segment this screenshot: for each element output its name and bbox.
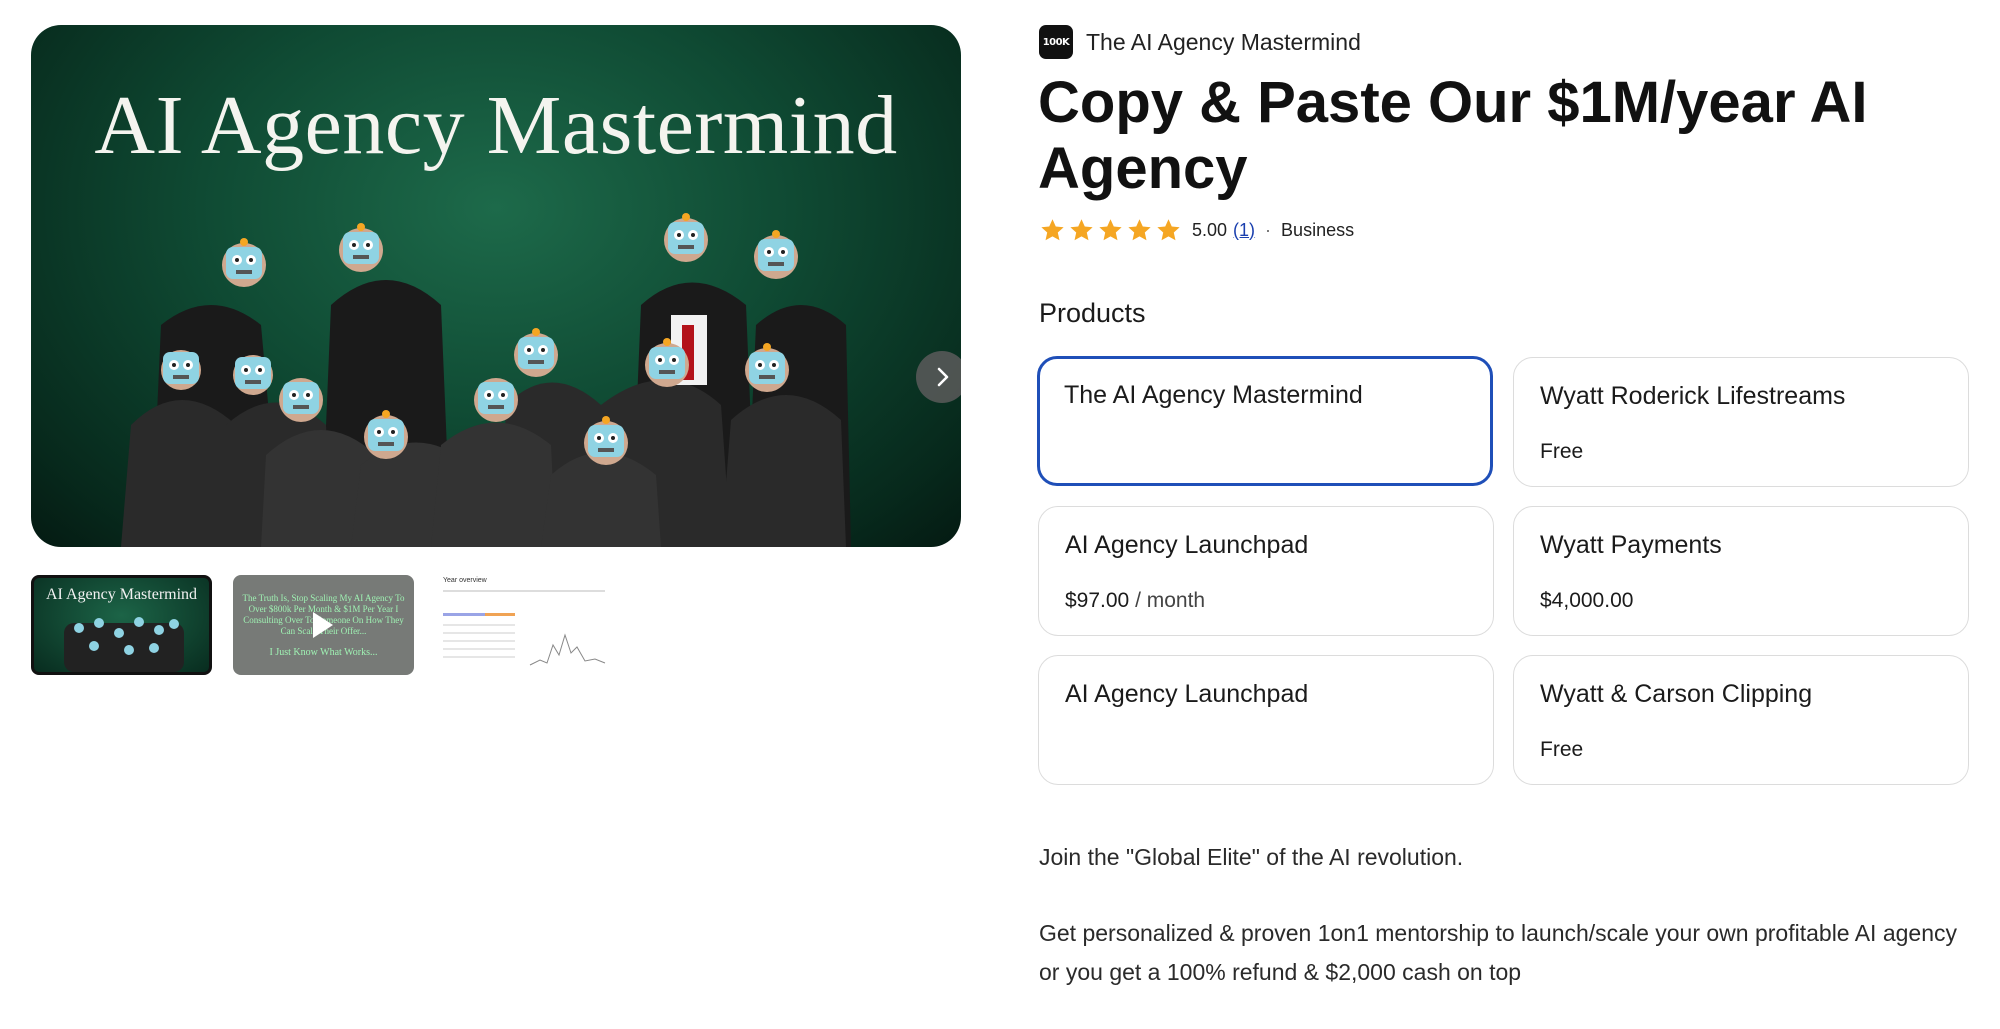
product-price: $4,000.00 — [1540, 589, 1634, 612]
product-name: Wyatt Payments — [1540, 531, 1722, 559]
star-icon — [1157, 218, 1180, 240]
product-title: Copy & Paste Our $1M/year AI Agency — [1038, 70, 1868, 201]
next-image-button[interactable] — [916, 351, 961, 403]
product-name: The AI Agency Mastermind — [1064, 381, 1363, 409]
rating-row: 5.00 (1) · Business — [1039, 215, 1354, 245]
product-card-ai-agency-launchpad-2[interactable]: AI Agency Launchpad — [1038, 655, 1494, 785]
thumbnail-2-footer: I Just Know What Works... — [269, 647, 378, 658]
star-icon — [1070, 218, 1093, 240]
thumbnail-1-photo — [64, 617, 184, 672]
thumbnail-3[interactable]: Year overview — [435, 575, 616, 675]
brand-name: The AI Agency Mastermind — [1086, 28, 1361, 55]
play-icon — [313, 612, 333, 638]
product-name: AI Agency Launchpad — [1065, 531, 1309, 559]
chevron-right-icon — [937, 367, 949, 387]
star-icon — [1099, 218, 1122, 240]
thumbnail-1[interactable]: AI Agency Mastermind — [31, 575, 212, 675]
seller-brand[interactable]: 100K The AI Agency Mastermind — [1039, 25, 1361, 59]
star-icon — [1041, 218, 1064, 240]
product-price: Free — [1540, 440, 1584, 463]
product-card-ai-agency-mastermind[interactable]: The AI Agency Mastermind — [1037, 356, 1493, 486]
product-name: AI Agency Launchpad — [1065, 680, 1309, 708]
products-heading: Products — [1039, 298, 1146, 328]
category-label[interactable]: Business — [1281, 220, 1354, 241]
rating-count-link[interactable]: (1) — [1233, 220, 1255, 241]
star-rating — [1039, 217, 1182, 244]
group-photo-illustration — [121, 213, 851, 547]
product-name: Wyatt Roderick Lifestreams — [1540, 382, 1846, 410]
product-description: Join the "Global Elite" of the AI revolu… — [1039, 838, 1979, 1029]
star-icon — [1128, 218, 1151, 240]
thumbnail-2-video[interactable]: The Truth Is, Stop Scaling My AI Agency … — [233, 575, 414, 675]
separator-dot: · — [1265, 219, 1272, 240]
product-card-wyatt-carson-clipping[interactable]: Wyatt & Carson Clipping Free — [1513, 655, 1969, 785]
product-name: Wyatt & Carson Clipping — [1540, 680, 1813, 708]
description-paragraph: Join the "Global Elite" of the AI revolu… — [1039, 844, 1464, 870]
description-paragraph: Get personalized & proven 1on1 mentorshi… — [1039, 920, 1958, 985]
hero-image[interactable]: AI Agency Mastermind — [31, 25, 961, 547]
product-price: $97.00 / month — [1065, 589, 1206, 612]
thumbnail-3-dashboard — [443, 590, 606, 666]
product-card-ai-agency-launchpad[interactable]: AI Agency Launchpad $97.00 / month — [1038, 506, 1494, 636]
product-price: Free — [1540, 738, 1584, 761]
brand-logo: 100K — [1039, 25, 1073, 59]
rating-value: 5.00 — [1192, 219, 1228, 240]
product-card-wyatt-roderick-lifestreams[interactable]: Wyatt Roderick Lifestreams Free — [1513, 357, 1969, 487]
product-card-wyatt-payments[interactable]: Wyatt Payments $4,000.00 — [1513, 506, 1969, 636]
